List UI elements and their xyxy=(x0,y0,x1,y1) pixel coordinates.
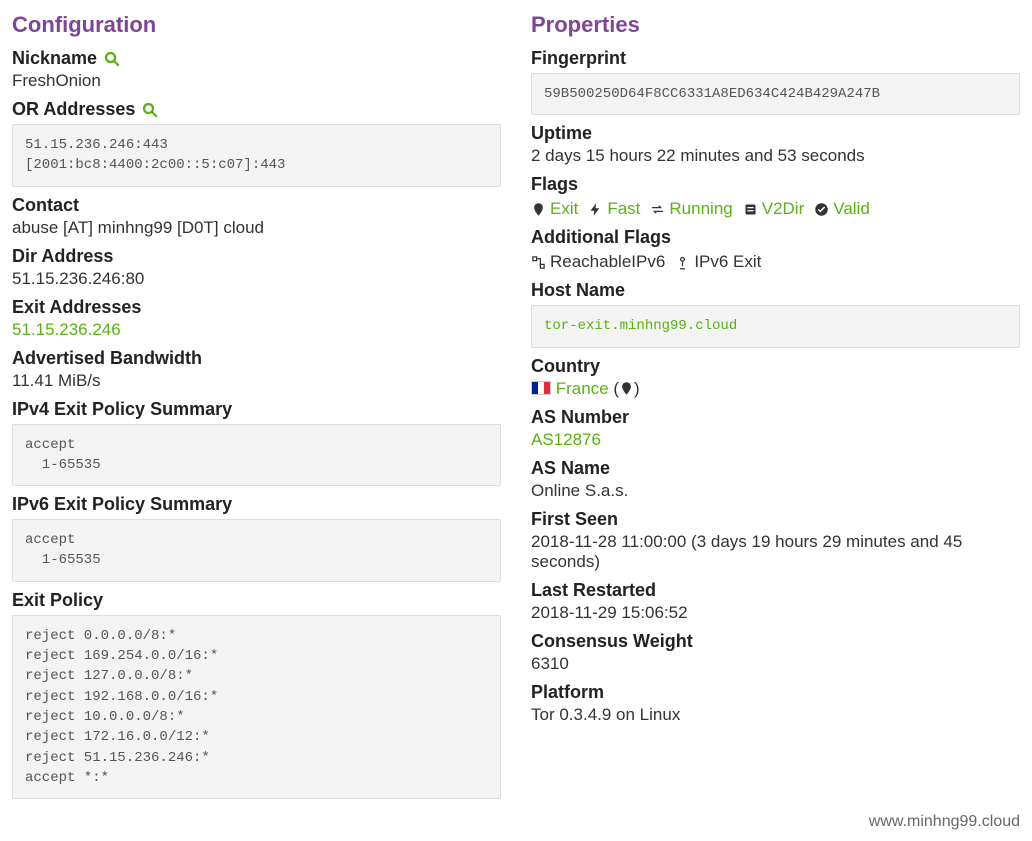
nickname-value: FreshOnion xyxy=(12,71,501,91)
additional-flags-row: ReachableIPv6 IPv6 Exit xyxy=(531,252,1020,272)
exit-addresses-label: Exit Addresses xyxy=(12,297,501,318)
contact-value: abuse [AT] minhng99 [D0T] cloud xyxy=(12,218,501,238)
country-link[interactable]: France xyxy=(556,379,609,398)
last-restarted-label: Last Restarted xyxy=(531,580,1020,601)
as-number-link[interactable]: AS12876 xyxy=(531,430,601,449)
map-pin-icon[interactable] xyxy=(619,381,634,396)
exit-policy-label: Exit Policy xyxy=(12,590,501,611)
consensus-weight-label: Consensus Weight xyxy=(531,631,1020,652)
flag-v2dir: V2Dir xyxy=(743,199,805,219)
properties-column: Properties Fingerprint 59B500250D64F8CC6… xyxy=(531,12,1020,807)
flags-label: Flags xyxy=(531,174,1020,195)
flag-running: Running xyxy=(650,199,732,219)
exit-policy-box[interactable]: reject 0.0.0.0/8:* reject 169.254.0.0/16… xyxy=(12,615,501,799)
as-name-value: Online S.a.s. xyxy=(531,481,1020,501)
as-number-label: AS Number xyxy=(531,407,1020,428)
or-addresses-box[interactable]: 51.15.236.246:443 [2001:bc8:4400:2c00::5… xyxy=(12,124,501,187)
flag-fast: Fast xyxy=(588,199,640,219)
bandwidth-value: 11.41 MiB/s xyxy=(12,371,501,391)
search-icon[interactable] xyxy=(141,101,159,119)
properties-heading: Properties xyxy=(531,12,1020,38)
uptime-label: Uptime xyxy=(531,123,1020,144)
exit-address-link[interactable]: 51.15.236.246 xyxy=(12,320,121,339)
consensus-weight-value: 6310 xyxy=(531,654,1020,674)
arrows-icon xyxy=(650,202,665,217)
uptime-value: 2 days 15 hours 22 minutes and 53 second… xyxy=(531,146,1020,166)
country-label: Country xyxy=(531,356,1020,377)
network-v6-icon xyxy=(531,255,546,270)
country-value: France () xyxy=(531,379,1020,399)
platform-value: Tor 0.3.4.9 on Linux xyxy=(531,705,1020,725)
hostname-label: Host Name xyxy=(531,280,1020,301)
configuration-heading: Configuration xyxy=(12,12,501,38)
configuration-column: Configuration Nickname FreshOnion OR Add… xyxy=(12,12,501,807)
hostname-box[interactable]: tor-exit.minhng99.cloud xyxy=(531,305,1020,347)
footer-domain: www.minhng99.cloud xyxy=(0,813,1032,841)
flag-reachable-ipv6: ReachableIPv6 xyxy=(531,252,665,272)
flag-france-icon xyxy=(531,381,551,395)
flag-valid: Valid xyxy=(814,199,870,219)
fingerprint-label: Fingerprint xyxy=(531,48,1020,69)
bandwidth-label: Advertised Bandwidth xyxy=(12,348,501,369)
flag-exit: Exit xyxy=(531,199,578,219)
fingerprint-box[interactable]: 59B500250D64F8CC6331A8ED634C424B429A247B xyxy=(531,73,1020,115)
ipv6-exit-icon xyxy=(675,255,690,270)
directory-icon xyxy=(743,202,758,217)
or-addresses-label: OR Addresses xyxy=(12,99,501,120)
flag-ipv6-exit: IPv6 Exit xyxy=(675,252,761,272)
ipv6-exit-policy-label: IPv6 Exit Policy Summary xyxy=(12,494,501,515)
ipv4-exit-policy-label: IPv4 Exit Policy Summary xyxy=(12,399,501,420)
flags-row: Exit Fast Running V2Dir Valid xyxy=(531,199,1020,219)
dir-address-value: 51.15.236.246:80 xyxy=(12,269,501,289)
ipv6-exit-policy-box[interactable]: accept 1-65535 xyxy=(12,519,501,582)
nickname-label: Nickname xyxy=(12,48,501,69)
last-restarted-value: 2018-11-29 15:06:52 xyxy=(531,603,1020,623)
platform-label: Platform xyxy=(531,682,1020,703)
contact-label: Contact xyxy=(12,195,501,216)
as-name-label: AS Name xyxy=(531,458,1020,479)
first-seen-value: 2018-11-28 11:00:00 (3 days 19 hours 29 … xyxy=(531,532,1020,572)
search-icon[interactable] xyxy=(103,50,121,68)
first-seen-label: First Seen xyxy=(531,509,1020,530)
bolt-icon xyxy=(588,202,603,217)
additional-flags-label: Additional Flags xyxy=(531,227,1020,248)
check-circle-icon xyxy=(814,202,829,217)
ipv4-exit-policy-box[interactable]: accept 1-65535 xyxy=(12,424,501,487)
dir-address-label: Dir Address xyxy=(12,246,501,267)
exit-icon xyxy=(531,202,546,217)
